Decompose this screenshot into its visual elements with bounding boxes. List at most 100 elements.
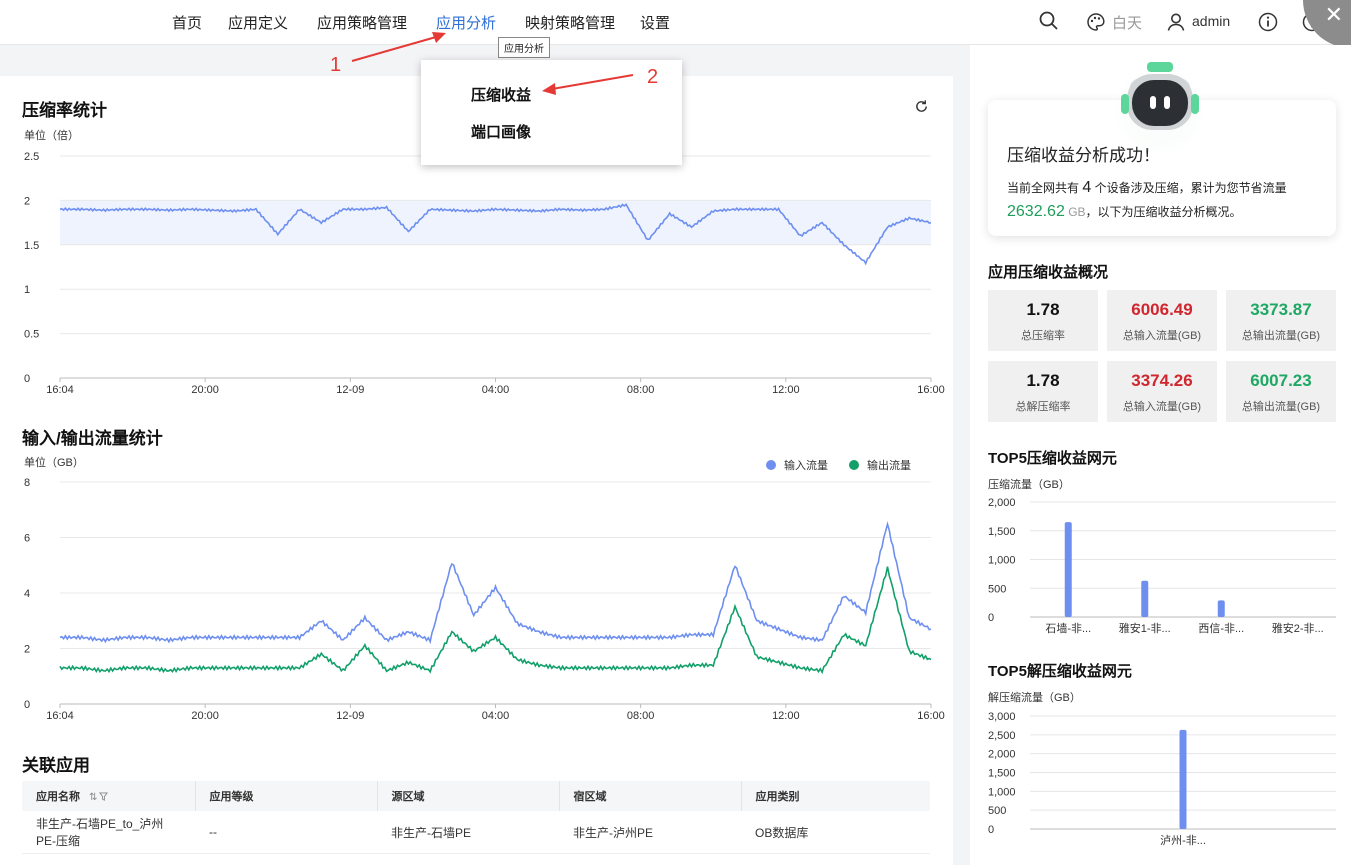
annotation-arrows xyxy=(351,32,634,95)
cell-app-level: -- xyxy=(195,811,377,854)
x-tick-label: 12:00 xyxy=(772,710,800,722)
stat-value: 6007.23 xyxy=(1250,371,1312,390)
y-tick-label: 3,000 xyxy=(988,711,1016,723)
related-apps-table: 应用名称 ⇅ 应用等级 源区域 宿区域 应用类别 非生产-石墙PE_to_泸州 P… xyxy=(22,781,930,854)
x-tick-label: 20:00 xyxy=(191,384,219,396)
saved-traffic: 2632.62 xyxy=(1007,203,1065,220)
x-tick-label: 12-09 xyxy=(336,710,364,722)
col-src-region: 源区域 xyxy=(377,781,560,811)
x-tick-label: 08:00 xyxy=(627,384,655,396)
x-tick-label: 泸州-非... xyxy=(1160,834,1206,847)
x-tick-label: 12-09 xyxy=(336,384,364,396)
compression-rate-chart: 0 0.5 1 1.5 2 2.5 16:04 20:00 12-09 04:00 08:00 12:… xyxy=(24,151,945,396)
y-tick-label: 1.5 xyxy=(24,240,39,252)
x-tick-label: 12:00 xyxy=(772,384,800,396)
cell-app-name-line2: PE-压缩 xyxy=(36,834,81,848)
x-tick-label: 08:00 xyxy=(627,710,655,722)
legend-dot-input xyxy=(766,460,776,470)
x-tick-label: 16:00 xyxy=(917,710,945,722)
stat-label: 总输出流量(GB) xyxy=(1241,401,1321,413)
desc-suffix: ，以下为压缩收益分析概况。 xyxy=(1085,205,1242,219)
theme-label[interactable]: 白天 xyxy=(1112,12,1142,33)
stat-value: 3373.87 xyxy=(1250,300,1312,319)
stat-label: 总输入流量(GB) xyxy=(1122,330,1202,342)
y-tick-label: 8 xyxy=(24,477,30,489)
y-tick-label: 2 xyxy=(24,644,30,656)
stat-label: 总输入流量(GB) xyxy=(1122,401,1202,413)
stat-compression-input: 6006.49 总输入流量(GB) xyxy=(1107,290,1217,351)
stat-value: 6006.49 xyxy=(1131,300,1193,319)
stat-decompression-output: 6007.23 总输出流量(GB) xyxy=(1226,361,1336,422)
table-row[interactable]: 非生产-石墙PE_to_泸州 PE-压缩 -- 非生产-石墙PE 非生产-泸州PE… xyxy=(22,811,930,854)
stat-value: 1.78 xyxy=(1026,300,1060,319)
stat-total-decompression-rate: 1.78 总解压缩率 xyxy=(988,361,1098,422)
stat-label: 总压缩率 xyxy=(1021,330,1065,342)
info-icon[interactable] xyxy=(1258,12,1278,32)
x-tick-label: 04:00 xyxy=(482,384,510,396)
success-desc: 当前全网共有 4 个设备涉及压缩，累计为您节省流量 2632.62 GB，以下为… xyxy=(1007,176,1327,224)
top5-decomp-title: TOP5解压缩收益网元 xyxy=(988,663,1132,680)
bar xyxy=(1217,600,1225,617)
desc-mid: 个设备涉及压缩，累计为您节省流量 xyxy=(1094,181,1287,195)
x-tick-label: 石墙-非... xyxy=(1045,621,1091,635)
traffic-chart-title: 输入/输出流量统计 xyxy=(22,429,163,448)
legend-dot-output xyxy=(849,460,859,470)
annotation-step-1: 1 xyxy=(330,54,342,76)
stat-total-compression-rate: 1.78 总压缩率 xyxy=(988,290,1098,351)
y-tick-label: 0 xyxy=(988,612,994,624)
overview-title: 应用压缩收益概况 xyxy=(988,264,1109,281)
y-tick-label: 2 xyxy=(24,195,30,207)
y-tick-label: 500 xyxy=(988,805,1006,817)
top5-decompression-bar-chart: 0 500 1,000 1,500 2,000 2,500 3,000 泸州-非... xyxy=(988,711,1336,847)
y-tick-label: 2,000 xyxy=(988,749,1016,761)
cell-app-name-line1: 非生产-石墙PE_to_泸州 xyxy=(36,817,164,831)
device-count: 4 xyxy=(1082,179,1092,196)
y-tick-label: 0 xyxy=(24,373,30,385)
stat-compression-output: 3373.87 总输出流量(GB) xyxy=(1226,290,1336,351)
stat-label: 总输出流量(GB) xyxy=(1241,330,1321,342)
x-tick-label: 20:00 xyxy=(191,710,219,722)
y-tick-label: 1,500 xyxy=(988,526,1016,538)
col-app-name[interactable]: 应用名称 ⇅ xyxy=(22,781,196,811)
sort-icon[interactable]: ⇅ xyxy=(89,792,97,803)
robot-mascot-icon xyxy=(1114,61,1206,152)
y-tick-label: 4 xyxy=(24,588,30,600)
cell-dst-region: 非生产-泸州PE xyxy=(559,811,741,854)
col-app-category: 应用类别 xyxy=(741,781,930,811)
user-name[interactable]: admin xyxy=(1192,13,1230,29)
stat-value: 1.78 xyxy=(1026,371,1060,390)
cell-app-category: OB数据库 xyxy=(741,811,930,854)
desc-prefix: 当前全网共有 xyxy=(1007,181,1080,195)
user-icon[interactable] xyxy=(1166,12,1186,32)
traffic-chart: 0 2 4 6 8 16:04 20:00 12-09 04:00 08:00 12:00 16:00 xyxy=(24,477,945,722)
filter-icon[interactable] xyxy=(99,792,109,801)
series-line-2 xyxy=(59,566,932,675)
top5-compression-bar-chart: 0 500 1,000 1,500 2,000 石墙-非... 雅安1-非... 西信-非..… xyxy=(988,497,1336,635)
col-app-level: 应用等级 xyxy=(195,781,378,811)
x-tick-label: 西信-非... xyxy=(1198,622,1244,635)
y-tick-label: 2,000 xyxy=(988,497,1016,509)
chart-band xyxy=(60,200,931,245)
close-icon[interactable]: ✕ xyxy=(1325,3,1343,28)
y-tick-label: 2,500 xyxy=(988,730,1016,742)
y-tick-label: 1,000 xyxy=(988,786,1016,798)
x-tick-label: 16:04 xyxy=(46,384,74,396)
annotation-step-2: 2 xyxy=(647,66,659,88)
stat-label: 总解压缩率 xyxy=(1015,401,1071,413)
saved-unit: GB xyxy=(1068,205,1086,219)
y-tick-label: 0 xyxy=(988,824,994,836)
y-tick-label: 1,000 xyxy=(988,555,1016,567)
y-tick-label: 2.5 xyxy=(24,151,39,163)
y-tick-label: 0 xyxy=(24,699,30,711)
top5-comp-title: TOP5压缩收益网元 xyxy=(988,450,1117,467)
related-apps-title: 关联应用 xyxy=(22,756,90,775)
bar xyxy=(1179,729,1187,829)
x-tick-label: 雅安1-非... xyxy=(1119,621,1171,635)
menu-item-port-profile[interactable]: 端口画像 xyxy=(471,121,531,142)
x-tick-label: 16:00 xyxy=(917,384,945,396)
palette-icon[interactable] xyxy=(1086,12,1106,32)
col-dst-region: 宿区域 xyxy=(559,781,742,811)
search-icon[interactable] xyxy=(1039,11,1059,31)
top5-decomp-unit: 解压缩流量（GB） xyxy=(988,692,1081,704)
stat-decompression-input: 3374.26 总输入流量(GB) xyxy=(1107,361,1217,422)
